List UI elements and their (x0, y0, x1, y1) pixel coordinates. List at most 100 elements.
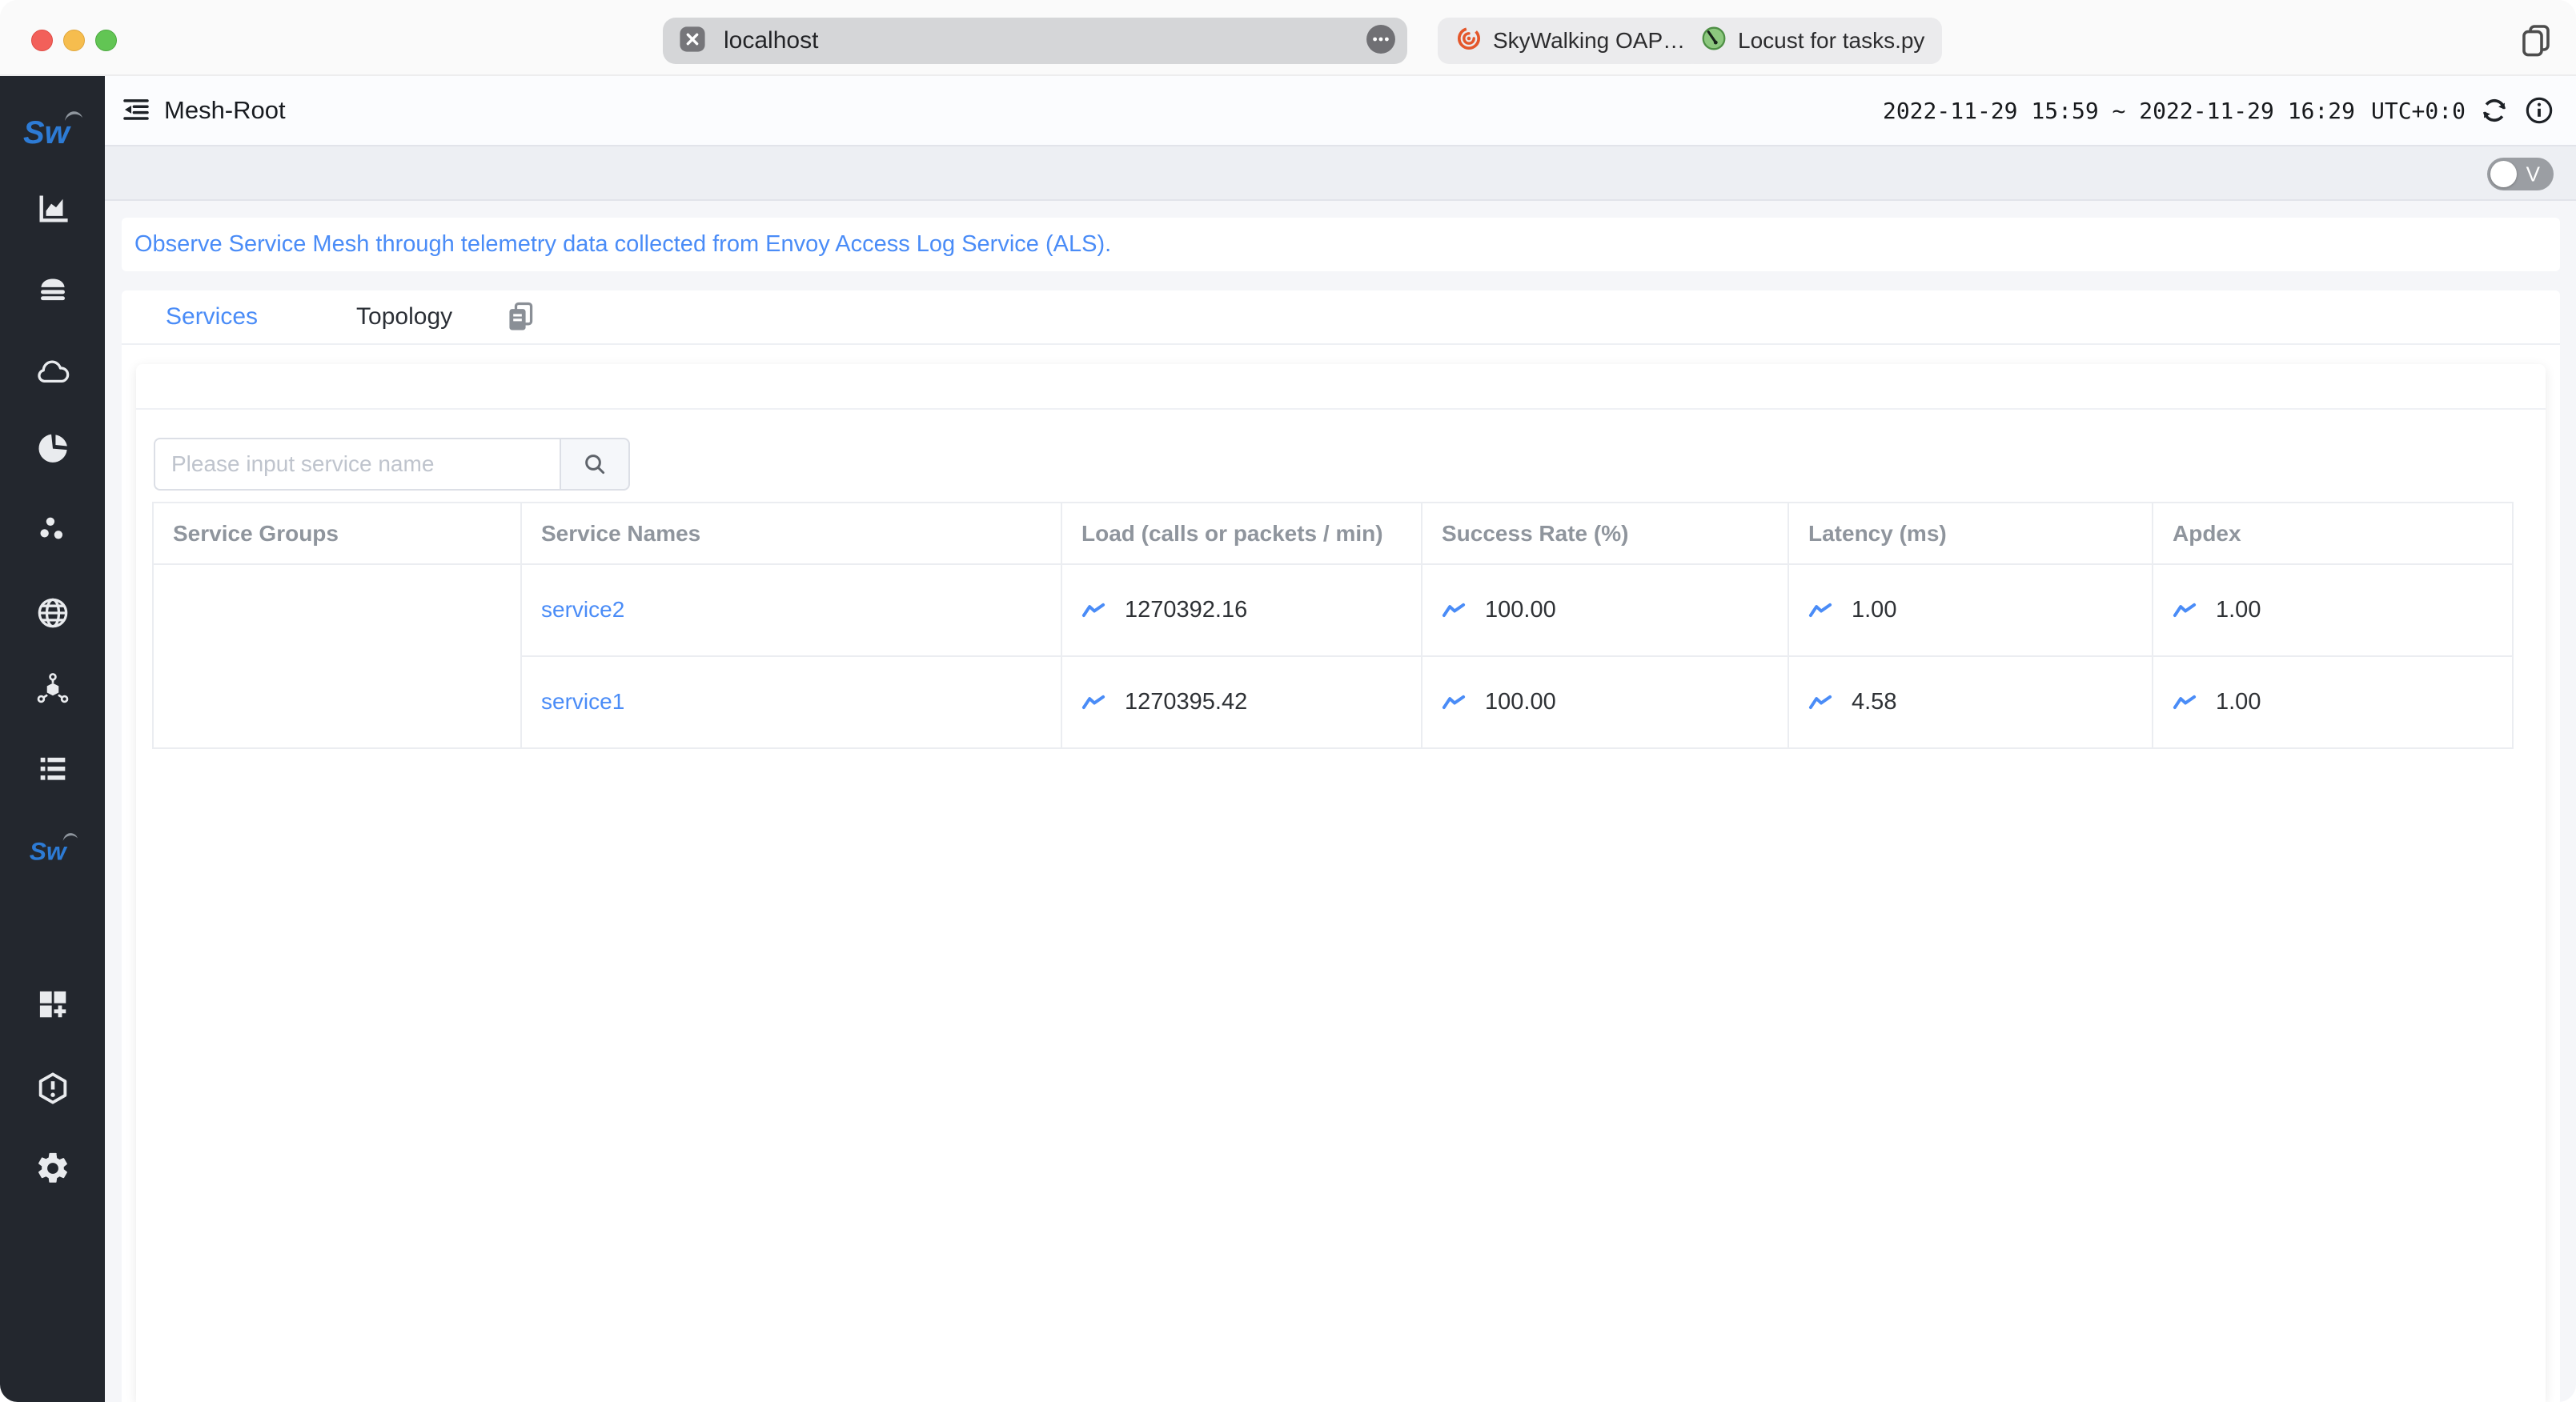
sidebar: Sw Sw (0, 76, 105, 1402)
sparkline-icon[interactable] (2173, 694, 2197, 711)
sidebar-item-functions[interactable] (0, 511, 105, 547)
sidebar-item-service-mesh[interactable] (0, 430, 105, 467)
sidebar-item-browser[interactable] (0, 595, 105, 631)
timezone-label[interactable]: UTC+0:0 (2371, 98, 2466, 124)
metric-value: 1270395.42 (1125, 689, 1248, 715)
metric-value: 1.00 (1852, 597, 1897, 623)
sparkline-icon[interactable] (1808, 602, 1832, 619)
mesh-banner: Observe Service Mesh through telemetry d… (122, 218, 2560, 271)
time-range-picker[interactable]: 2022-11-29 15:59 ~ 2022-11-29 16:29 (1883, 98, 2355, 124)
app-root: Sw Sw Mesh-Root 2022-11-29 15:59 ~ 2022-… (0, 76, 2576, 1402)
search-button[interactable] (560, 438, 630, 491)
tab-services[interactable]: Services (166, 303, 258, 330)
widgets-docs-icon[interactable] (502, 298, 539, 335)
main-area: Mesh-Root 2022-11-29 15:59 ~ 2022-11-29 … (105, 76, 2576, 1402)
sparkline-icon[interactable] (2173, 602, 2197, 619)
panel-header-strip (136, 364, 2546, 410)
metric-value: 4.58 (1852, 689, 1897, 715)
sparkline-icon[interactable] (1081, 694, 1105, 711)
sparkline-icon[interactable] (1808, 694, 1832, 711)
cloud-icon (37, 360, 69, 383)
browser-tab-label: Locust for tasks.py (1738, 28, 1925, 53)
scatter-dots-icon (39, 517, 62, 539)
sidebar-item-log[interactable] (0, 751, 105, 787)
globe-icon (38, 598, 67, 628)
app-header: Mesh-Root 2022-11-29 15:59 ~ 2022-11-29 … (105, 76, 2576, 145)
sidebar-item-dashboard[interactable] (0, 190, 105, 227)
show-tabs-overview-icon[interactable] (2514, 19, 2558, 61)
sidebar-item-settings[interactable] (0, 1150, 105, 1187)
metric-value: 1.00 (2216, 597, 2261, 623)
browser-tab-locust[interactable]: Locust for tasks.py (1683, 18, 1943, 64)
service-link[interactable]: service2 (541, 597, 624, 622)
services-table: Service Groups Service Names Load (calls… (152, 502, 2514, 749)
skywalking-logo[interactable]: Sw (0, 106, 105, 154)
sidebar-item-database[interactable] (0, 270, 105, 307)
browser-tab-skywalking[interactable]: SkyWalking OAP… (1438, 18, 1703, 64)
services-table-wrap: Service Groups Service Names Load (calls… (152, 502, 2530, 749)
col-service-groups: Service Groups (152, 502, 522, 565)
metric-value: 100.00 (1485, 689, 1556, 715)
address-more-icon[interactable] (1366, 24, 1396, 58)
server-layers-icon (40, 278, 65, 301)
menu-fold-icon[interactable] (119, 94, 153, 127)
close-window-button[interactable] (31, 30, 53, 51)
table-row: service2 1270392.16 100.00 1.00 1.00 (152, 563, 2514, 749)
toggle-knob (2490, 161, 2517, 187)
service-link[interactable]: service1 (541, 689, 624, 714)
col-service-names: Service Names (520, 502, 1062, 565)
zoom-window-button[interactable] (95, 30, 117, 51)
refresh-icon[interactable] (2478, 94, 2510, 126)
sparkline-icon[interactable] (1442, 694, 1466, 711)
alert-hexagon-icon (38, 1072, 66, 1104)
browser-window: localhost SkyWalking OAP… Locust for tas… (0, 0, 2576, 1402)
header-right-group: 2022-11-29 15:59 ~ 2022-11-29 16:29 UTC+… (1883, 94, 2555, 126)
version-toggle[interactable]: V (2487, 158, 2554, 190)
address-url: localhost (724, 27, 819, 54)
svg-text:Sw: Sw (29, 836, 67, 865)
service-group-cell (152, 563, 522, 749)
browser-tab-label: SkyWalking OAP… (1493, 28, 1686, 53)
col-apdex: Apdex (2152, 502, 2514, 565)
col-latency: Latency (ms) (1788, 502, 2153, 565)
toggle-label: V (2526, 162, 2540, 186)
sidebar-item-infrastructure[interactable] (0, 671, 105, 708)
col-load: Load (calls or packets / min) (1061, 502, 1422, 565)
bar-chart-icon (39, 195, 68, 222)
sidebar-item-self-observability-active[interactable]: Sw (0, 828, 105, 870)
sidebar-item-alerting[interactable] (0, 1070, 105, 1107)
settings-gear-icon (38, 1152, 67, 1183)
topology-cube-icon (37, 673, 68, 703)
metric-value: 1.00 (2216, 689, 2261, 715)
list-icon (40, 757, 65, 780)
browser-chrome: localhost SkyWalking OAP… Locust for tas… (0, 0, 2576, 76)
banner-text: Observe Service Mesh through telemetry d… (134, 231, 1112, 257)
pie-segments-icon (38, 434, 67, 463)
search-row (154, 438, 2546, 491)
services-panel: Service Groups Service Names Load (calls… (136, 364, 2546, 1402)
info-icon[interactable] (2523, 94, 2555, 126)
content-area: Observe Service Mesh through telemetry d… (105, 201, 2576, 1402)
metric-value: 100.00 (1485, 597, 1556, 623)
sidebar-item-new-dashboard[interactable] (0, 986, 105, 1023)
page-title: Mesh-Root (164, 96, 286, 124)
metric-value: 1270392.16 (1125, 597, 1248, 623)
address-clear-icon[interactable] (679, 26, 706, 57)
address-bar[interactable]: localhost (663, 18, 1407, 64)
svg-text:Sw: Sw (23, 115, 72, 150)
search-icon (585, 455, 605, 475)
skywalking-oap-favicon (1455, 25, 1483, 58)
col-success-rate: Success Rate (%) (1421, 502, 1789, 565)
sparkline-icon[interactable] (1442, 602, 1466, 619)
service-search-input[interactable] (154, 438, 560, 491)
dashboard-add-icon (39, 991, 66, 1018)
tab-topology[interactable]: Topology (356, 303, 452, 330)
sidebar-item-cloud[interactable] (0, 355, 105, 391)
sparkline-icon[interactable] (1081, 602, 1105, 619)
mesh-tabs: Services Topology (122, 290, 2560, 345)
secondary-toolbar: V (105, 145, 2576, 201)
locust-favicon (1700, 25, 1727, 58)
table-header-row: Service Groups Service Names Load (calls… (152, 502, 2514, 565)
minimize-window-button[interactable] (63, 30, 85, 51)
mesh-card: Services Topology Please input service n… (122, 290, 2560, 1402)
